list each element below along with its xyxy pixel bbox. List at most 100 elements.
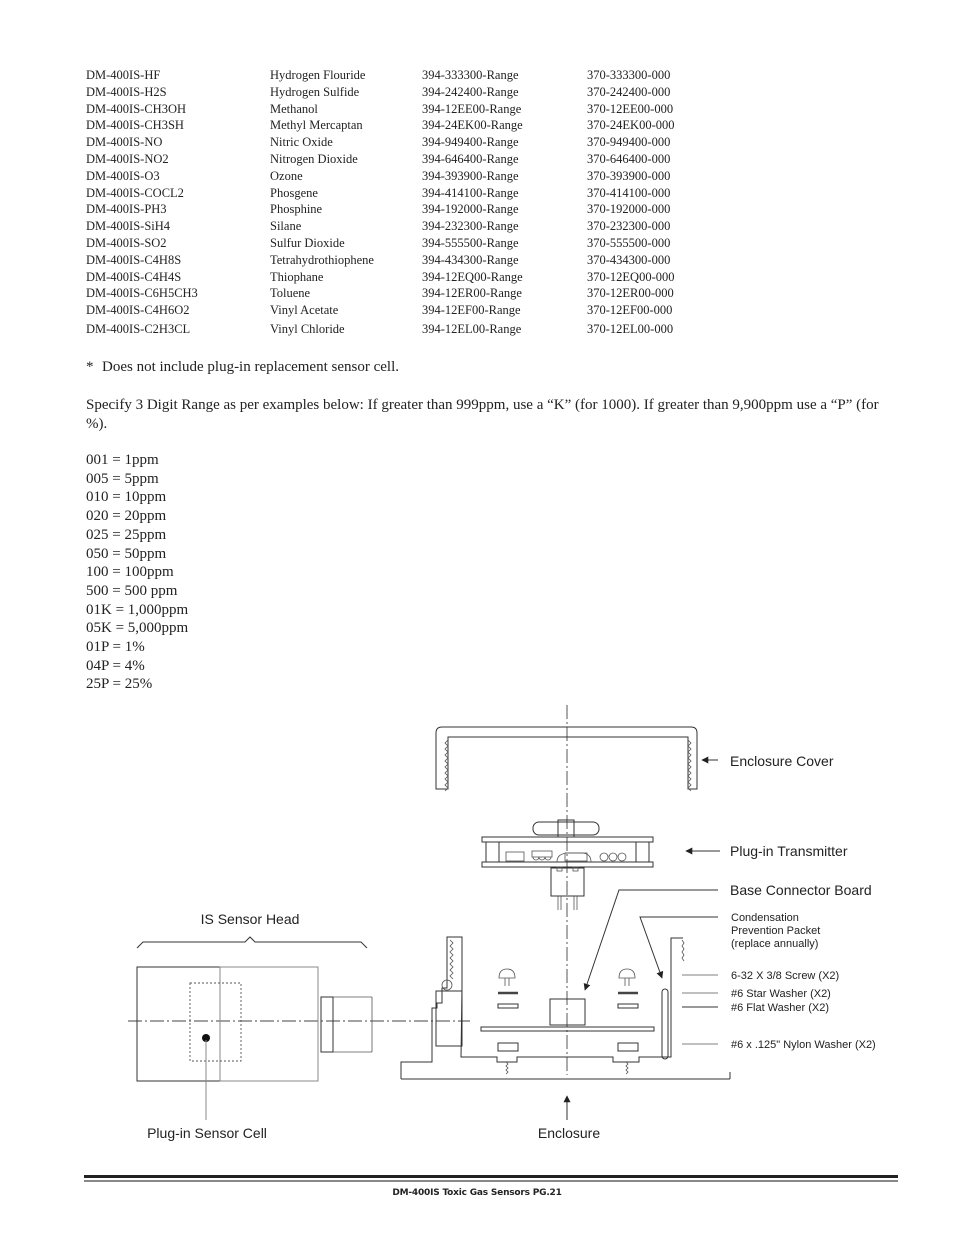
sensor-part-number: 394-192000-Range	[422, 202, 519, 217]
model-number: DM-400IS-C2H3CL	[86, 321, 191, 336]
replacement-part-number: 370-434300-000	[587, 252, 671, 267]
replacement-part-number: 370-12ER00-000	[587, 286, 674, 301]
range-examples-list: 001 = 1ppm 005 = 5ppm 010 = 10ppm 020 = 20p…	[86, 451, 188, 694]
table-row: DM-400IS-NO Nitric Oxide 394-949400-Range 3…	[86, 134, 726, 151]
model-number: DM-400IS-O3	[86, 168, 160, 183]
table-row: DM-400IS-COCL2 Phosgene 394-414100-Range 37…	[86, 185, 726, 202]
sensor-part-number: 394-393900-Range	[422, 168, 519, 183]
replacement-part-number: 370-242400-000	[587, 84, 671, 99]
replacement-part-number: 370-24EK00-000	[587, 118, 675, 133]
range-example: 01K = 1,000ppm	[86, 601, 189, 618]
sensor-part-number: 394-12EF00-Range	[422, 303, 521, 318]
gas-name: Phosphine	[270, 202, 323, 217]
model-number: DM-400IS-NO2	[86, 151, 169, 166]
sensor-part-number: 394-12EL00-Range	[422, 321, 522, 336]
range-example: 010 = 10ppm	[86, 489, 167, 506]
replacement-part-number: 370-333300-000	[587, 68, 671, 82]
table-row: DM-400IS-CH3SH Methyl Mercaptan 394-24EK00…	[86, 117, 726, 134]
label-plugin-transmitter: Plug-in Transmitter	[730, 843, 848, 859]
replacement-part-number: 370-414100-000	[587, 185, 671, 200]
replacement-part-number: 370-949400-000	[587, 135, 671, 150]
model-number: DM-400IS-NO	[86, 135, 163, 150]
footer-rule	[84, 1175, 898, 1178]
model-number: DM-400IS-C4H6O2	[86, 303, 190, 318]
table-row: DM-400IS-C6H5CH3 Toluene 394-12ER00-Range 3…	[86, 285, 726, 302]
sensor-part-number: 394-949400-Range	[422, 135, 519, 150]
label-is-sensor-head: IS Sensor Head	[201, 911, 300, 927]
table-row: DM-400IS-PH3 Phosphine 394-192000-Range 370…	[86, 201, 726, 218]
condensation-packet-leader	[639, 916, 718, 979]
footnote-marker: *	[86, 359, 94, 375]
enclosure-base	[400, 936, 731, 1080]
gas-name: Nitrogen Dioxide	[270, 151, 358, 166]
table-row: DM-400IS-C4H4S Thiophane 394-12EQ00-Range 3…	[86, 269, 726, 286]
replacement-part-number: 370-12EF00-000	[587, 303, 673, 318]
replacement-part-number: 370-555500-000	[587, 235, 671, 250]
range-example: 01P = 1%	[86, 639, 145, 656]
label-base-connector-board: Base Connector Board	[730, 882, 872, 898]
sensor-part-number: 394-232300-Range	[422, 219, 519, 234]
label-star-washer: #6 Star Washer (X2)	[731, 988, 831, 1000]
table-row: DM-400IS-C2H3CL Vinyl Chloride 394-12EL00-…	[86, 319, 726, 338]
gas-name: Tetrahydrothiophene	[270, 252, 374, 267]
replacement-part-number: 370-12EE00-000	[587, 101, 674, 116]
table-row: DM-400IS-H2S Hydrogen Sulfide 394-242400-R…	[86, 84, 726, 101]
model-number: DM-400IS-SiH4	[86, 219, 171, 234]
label-screw: 6-32 X 3/8 Screw (X2)	[731, 970, 839, 982]
range-example: 020 = 20ppm	[86, 508, 167, 525]
label-condensation-line2: Prevention Packet	[731, 925, 820, 937]
sensor-part-number: 394-12EE00-Range	[422, 101, 522, 116]
sensor-part-number: 394-434300-Range	[422, 252, 519, 267]
model-number: DM-400IS-CH3OH	[86, 101, 186, 116]
gas-name: Methanol	[270, 101, 318, 116]
range-instructions: Specify 3 Digit Range as per examples be…	[86, 397, 879, 432]
sensor-part-number: 394-12EQ00-Range	[422, 269, 523, 284]
label-condensation-line3: (replace annually)	[731, 938, 818, 950]
sensor-part-number: 394-333300-Range	[422, 68, 519, 82]
footnote: * Does not include plug-in replacement se…	[86, 358, 399, 377]
label-enclosure: Enclosure	[538, 1125, 600, 1141]
range-example: 100 = 100ppm	[86, 564, 174, 581]
model-number: DM-400IS-SO2	[86, 235, 167, 250]
sensor-part-number: 394-646400-Range	[422, 151, 519, 166]
model-number: DM-400IS-HF	[86, 68, 161, 82]
table-row: DM-400IS-C4H8S Tetrahydrothiophene 394-434…	[86, 252, 726, 269]
replacement-part-number: 370-12EQ00-000	[587, 269, 675, 284]
table-row: DM-400IS-C4H6O2 Vinyl Acetate 394-12EF00-R…	[86, 302, 726, 319]
gas-name: Vinyl Acetate	[270, 303, 339, 318]
range-example: 001 = 1ppm	[86, 452, 159, 468]
plugin-transmitter	[481, 819, 654, 910]
gas-name: Sulfur Dioxide	[270, 235, 345, 250]
gas-name: Toluene	[270, 286, 311, 301]
model-number: DM-400IS-C6H5CH3	[86, 286, 198, 301]
range-example: 05K = 5,000ppm	[86, 620, 189, 637]
gas-name: Methyl Mercaptan	[270, 118, 363, 133]
table-row: DM-400IS-SO2 Sulfur Dioxide 394-555500-Ran…	[86, 235, 726, 252]
table-row: DM-400IS-NO2 Nitrogen Dioxide 394-646400-R…	[86, 151, 726, 168]
gas-name: Vinyl Chloride	[270, 321, 345, 336]
sensor-part-number: 394-12ER00-Range	[422, 286, 522, 301]
range-example: 005 = 5ppm	[86, 470, 159, 487]
enclosure-cover	[435, 726, 698, 792]
sensor-part-number: 394-555500-Range	[422, 235, 519, 250]
footnote-text: Does not include plug-in replacement sen…	[102, 359, 399, 375]
parts-table-body: DM-400IS-HF Hydrogen Flouride 394-333300-R…	[86, 67, 726, 338]
label-plugin-sensor-cell: Plug-in Sensor Cell	[147, 1125, 267, 1141]
range-example: 04P = 4%	[86, 657, 145, 674]
label-enclosure-cover: Enclosure Cover	[730, 753, 834, 769]
model-number: DM-400IS-C4H8S	[86, 252, 182, 267]
replacement-part-number: 370-192000-000	[587, 202, 671, 217]
gas-name: Thiophane	[270, 269, 324, 284]
is-sensor-head-brace	[136, 936, 368, 949]
assembly-diagram: Enclosure Cover Plug-in Transmitter Base…	[128, 705, 876, 1141]
gas-name: Hydrogen Sulfide	[270, 84, 360, 99]
footer-rule-secondary	[84, 1180, 898, 1182]
label-flat-washer: #6 Flat Washer (X2)	[731, 1002, 829, 1014]
model-number: DM-400IS-C4H4S	[86, 269, 182, 284]
parts-table: DM-400IS-HF Hydrogen Flouride 394-333300-R…	[86, 67, 726, 338]
model-number: DM-400IS-H2S	[86, 84, 167, 99]
table-row: DM-400IS-CH3OH Methanol 394-12EE00-Range 37…	[86, 101, 726, 118]
table-row: DM-400IS-O3 Ozone 394-393900-Range 370-3939…	[86, 168, 726, 185]
is-sensor-head	[136, 966, 373, 1082]
gas-name: Nitric Oxide	[270, 135, 333, 150]
